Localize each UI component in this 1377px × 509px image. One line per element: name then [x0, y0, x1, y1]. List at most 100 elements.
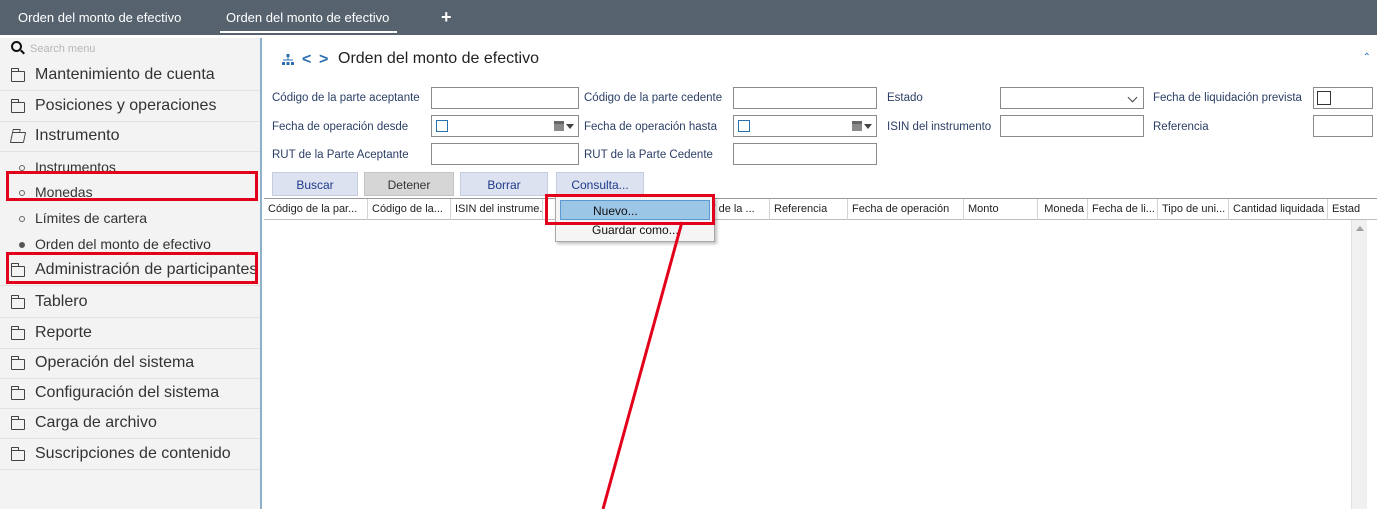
sidebar: Mantenimiento de cuenta Posiciones y ope…	[0, 38, 262, 509]
column-header[interactable]: Cantidad liquidada	[1229, 199, 1328, 220]
select-estado[interactable]	[1000, 87, 1144, 109]
folder-icon	[10, 447, 25, 461]
folder-icon	[10, 68, 25, 82]
grid-header: Código de la par... Código de la... ISIN…	[264, 198, 1377, 220]
menu-item-nuevo[interactable]: Nuevo...	[560, 200, 710, 220]
sidebar-subitem-label: Límites de cartera	[35, 210, 148, 226]
calendar-icon[interactable]	[554, 121, 564, 131]
bullet-icon	[19, 190, 25, 196]
folder-icon	[10, 263, 25, 277]
folder-icon	[10, 356, 25, 370]
sidebar-item-reporte[interactable]: Reporte	[0, 319, 260, 349]
label-rut-cedente: RUT de la Parte Cedente	[584, 149, 713, 161]
sidebar-item-mantenimiento[interactable]: Mantenimiento de cuenta	[0, 61, 260, 91]
label-codigo-aceptante: Código de la parte aceptante	[272, 92, 420, 104]
borrar-button[interactable]: Borrar	[460, 172, 548, 196]
folder-icon	[10, 386, 25, 400]
bullet-icon	[19, 216, 25, 222]
sidebar-item-operacion[interactable]: Operación del sistema	[0, 349, 260, 379]
date-checkbox[interactable]	[738, 120, 750, 132]
column-header[interactable]: Fecha de operación	[848, 199, 964, 220]
forward-arrow-icon[interactable]: >	[319, 51, 328, 69]
consulta-button[interactable]: Consulta...	[556, 172, 644, 196]
search-icon	[11, 41, 22, 52]
column-header[interactable]: Código de la par...	[264, 199, 368, 220]
column-header[interactable]: Monto	[964, 199, 1038, 220]
caret-down-icon[interactable]	[864, 124, 872, 129]
context-menu: Nuevo... Guardar como...	[555, 196, 715, 242]
calendar-icon[interactable]	[852, 121, 862, 131]
column-header[interactable]: Código de la...	[368, 199, 451, 220]
collapse-up-icon[interactable]: ⌃	[1363, 52, 1371, 63]
sidebar-item-label: Mantenimiento de cuenta	[35, 66, 215, 83]
sidebar-item-configuracion[interactable]: Configuración del sistema	[0, 379, 260, 409]
main-panel: < > Orden del monto de efectivo ⌃ Código…	[264, 38, 1377, 509]
input-rut-aceptante[interactable]	[431, 143, 579, 165]
input-isin[interactable]	[1000, 115, 1144, 137]
column-header[interactable]: T de la ...	[707, 199, 770, 220]
detener-button[interactable]: Detener	[364, 172, 454, 196]
label-referencia: Referencia	[1153, 121, 1209, 133]
date-checkbox[interactable]	[436, 120, 448, 132]
input-codigo-aceptante[interactable]	[431, 87, 579, 109]
sidebar-subitem-label: Instrumentos	[35, 159, 116, 175]
column-header[interactable]: Tipo de uni...	[1158, 199, 1229, 220]
sidebar-item-label: Reporte	[35, 324, 92, 341]
sidebar-item-tablero[interactable]: Tablero	[0, 288, 260, 318]
column-header[interactable]: Fecha de li...	[1088, 199, 1158, 220]
column-header[interactable]: Estad	[1328, 199, 1377, 220]
bullet-filled-icon	[19, 242, 25, 248]
sidebar-item-label: Operación del sistema	[35, 354, 195, 371]
sidebar-item-instrumento[interactable]: Instrumento	[0, 122, 260, 152]
input-codigo-cedente[interactable]	[733, 87, 877, 109]
sidebar-item-label: Carga de archivo	[35, 414, 157, 431]
vertical-scrollbar[interactable]	[1351, 220, 1367, 509]
caret-down-icon[interactable]	[566, 124, 574, 129]
sidebar-subitem-label: Orden del monto de efectivo	[35, 236, 211, 252]
menu-item-guardar-como[interactable]: Guardar como...	[560, 220, 710, 240]
sidebar-item-label: Tablero	[35, 293, 88, 310]
fecha-liquidacion-checkbox[interactable]	[1317, 91, 1331, 105]
sidebar-item-posiciones[interactable]: Posiciones y operaciones	[0, 92, 260, 122]
tab-orden-monto-2[interactable]: Orden del monto de efectivo	[219, 0, 398, 35]
sidebar-item-suscripciones[interactable]: Suscripciones de contenido	[0, 440, 260, 470]
label-fecha-desde: Fecha de operación desde	[272, 121, 409, 133]
page-title: Orden del monto de efectivo	[338, 50, 540, 67]
tree-icon[interactable]	[282, 54, 294, 66]
chevron-down-icon	[1127, 92, 1138, 103]
search-input[interactable]	[30, 40, 250, 58]
scroll-up-icon[interactable]	[1356, 226, 1364, 231]
folder-open-icon	[9, 132, 27, 143]
column-header[interactable]: ISIN del instrume...	[451, 199, 543, 220]
sidebar-item-label: Suscripciones de contenido	[35, 445, 231, 462]
folder-icon	[10, 326, 25, 340]
sidebar-subitem-limites[interactable]: Límites de cartera	[0, 206, 260, 231]
sidebar-item-label: Posiciones y operaciones	[35, 97, 217, 114]
date-fecha-desde[interactable]	[431, 115, 579, 137]
add-tab-icon[interactable]: +	[441, 0, 452, 35]
sidebar-subitem-orden-monto[interactable]: Orden del monto de efectivo	[0, 232, 260, 257]
input-referencia[interactable]	[1313, 115, 1373, 137]
label-rut-aceptante: RUT de la Parte Aceptante	[272, 149, 409, 161]
label-codigo-cedente: Código de la parte cedente	[584, 92, 723, 104]
label-isin: ISIN del instrumento	[887, 121, 992, 133]
input-fecha-liquidacion[interactable]	[1313, 87, 1373, 109]
column-header[interactable]: Referencia	[770, 199, 848, 220]
tab-orden-monto-1[interactable]: Orden del monto de efectivo	[18, 0, 181, 35]
date-fecha-hasta[interactable]	[733, 115, 877, 137]
sidebar-item-administracion[interactable]: Administración de participantes	[0, 256, 260, 286]
back-arrow-icon[interactable]: <	[302, 51, 311, 69]
sidebar-subitem-instrumentos[interactable]: Instrumentos	[0, 155, 260, 180]
tab-bar: Orden del monto de efectivo Orden del mo…	[0, 0, 1377, 35]
column-header[interactable]: Moneda	[1038, 199, 1088, 220]
input-rut-cedente[interactable]	[733, 143, 877, 165]
sidebar-item-carga[interactable]: Carga de archivo	[0, 409, 260, 439]
sidebar-search	[0, 38, 260, 60]
folder-icon	[10, 99, 25, 113]
buscar-button[interactable]: Buscar	[272, 172, 358, 196]
label-estado: Estado	[887, 92, 923, 104]
sidebar-item-label: Instrumento	[35, 127, 120, 144]
label-fecha-liquidacion: Fecha de liquidación prevista	[1153, 92, 1302, 104]
sidebar-subitem-monedas[interactable]: Monedas	[0, 180, 260, 205]
folder-icon	[10, 416, 25, 430]
